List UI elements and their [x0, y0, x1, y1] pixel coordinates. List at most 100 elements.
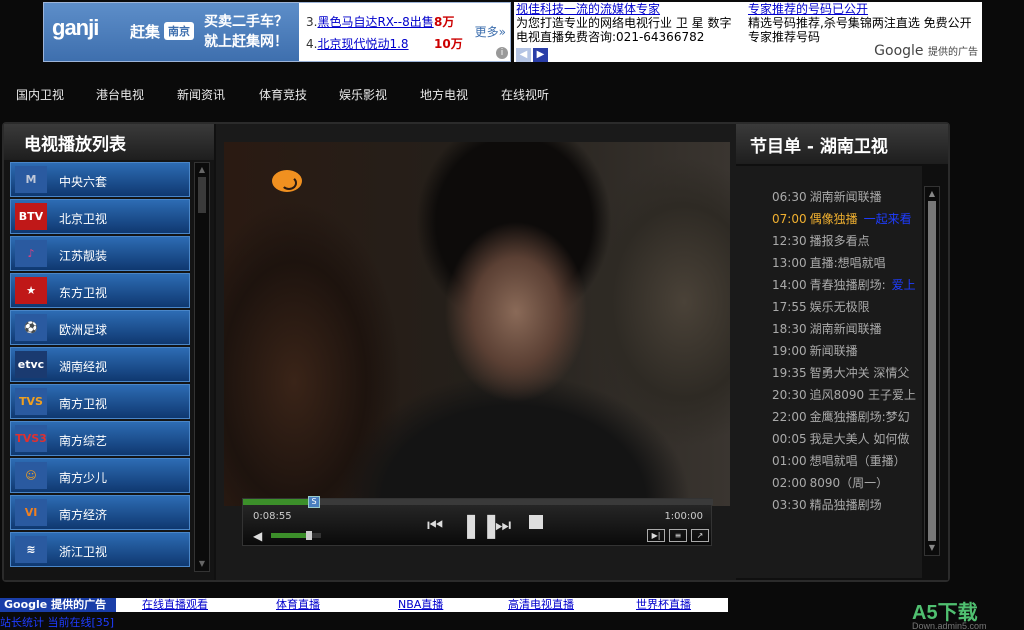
bottom-link[interactable]: 在线直播观看	[142, 598, 208, 612]
scroll-up-icon[interactable]: ▲	[927, 189, 937, 199]
program-guide-title: 节目单 - 湖南卫视	[736, 124, 948, 164]
main-nav: 国内卫视 港台电视 新闻资讯 体育竞技 娱乐影视 地方电视 在线视听	[0, 86, 1024, 106]
ad-listing-link[interactable]: 黑色马自达RX--8出售	[317, 15, 433, 29]
nav-item[interactable]: 新闻资讯	[177, 86, 225, 103]
ad-prev-arrow-icon[interactable]: ◀	[516, 48, 531, 62]
channel-item[interactable]: BTV 北京卫视	[10, 199, 190, 234]
channel-item[interactable]: VI 南方经济	[10, 495, 190, 530]
nav-item[interactable]: 在线视听	[501, 86, 549, 103]
video-frame[interactable]	[224, 142, 730, 506]
program-time: 13:00	[772, 256, 807, 270]
channel-item[interactable]: TVS 南方卫视	[10, 384, 190, 419]
program-item[interactable]: 02:00 8090（周一）	[736, 472, 922, 494]
program-time: 14:00	[772, 278, 807, 292]
program-item[interactable]: 12:30 播报多看点	[736, 230, 922, 252]
scroll-up-icon[interactable]: ▲	[197, 165, 207, 175]
volume-icon[interactable]: ◀	[253, 529, 262, 543]
program-title: 想唱就唱（重播）	[809, 454, 906, 468]
scroll-thumb[interactable]	[928, 201, 936, 541]
nav-item[interactable]: 港台电视	[96, 86, 144, 103]
program-item[interactable]: 19:00 新闻联播	[736, 340, 922, 362]
program-guide-scrollbar[interactable]: ▲ ▼	[924, 186, 940, 556]
program-item[interactable]: 22:00 金鹰独播剧场:梦幻	[736, 406, 922, 428]
channel-item[interactable]: M 中央六套	[10, 162, 190, 197]
next-channel-button[interactable]: ▶|	[647, 529, 665, 542]
scroll-down-icon[interactable]: ▼	[927, 543, 937, 553]
program-title: 精品独播剧场	[809, 498, 882, 512]
text-ad-1-line2: 电视直播免费咨询:021-64366782	[516, 30, 705, 44]
nav-item[interactable]: 地方电视	[420, 86, 468, 103]
ad-info-icon[interactable]: i	[496, 47, 508, 59]
google-ads-bottom-label[interactable]: Google 提供的广告	[0, 598, 116, 612]
program-item[interactable]: 17:55 娱乐无极限	[736, 296, 922, 318]
nav-item[interactable]: 娱乐影视	[339, 86, 387, 103]
forward-button[interactable]: ⏭	[495, 515, 511, 536]
program-item[interactable]: 14:00 青春独播剧场: 爱上	[736, 274, 922, 296]
ganji-ad-banner[interactable]: ganji 赶集 南京 买卖二手车？ 就上赶集网！ 3.黑色马自达RX--8出售…	[43, 2, 511, 62]
channel-item[interactable]: ≋ 浙江卫视	[10, 532, 190, 567]
program-item[interactable]: 03:30 精品独播剧场	[736, 494, 922, 516]
program-item[interactable]: 07:00 偶像独播 一起来看	[736, 208, 922, 230]
program-link[interactable]: 爱上	[892, 278, 916, 292]
channel-item[interactable]: ⚽ 欧洲足球	[10, 310, 190, 345]
nav-item[interactable]: 国内卫视	[16, 86, 64, 103]
ad-next-arrow-icon[interactable]: ▶	[533, 48, 548, 62]
bottom-link[interactable]: 世界杯直播	[636, 598, 691, 612]
channel-item[interactable]: ★ 东方卫视	[10, 273, 190, 308]
channel-logo-icon: TVS3	[15, 425, 47, 452]
fullscreen-button[interactable]: ↗	[691, 529, 709, 542]
channel-name: 南方经济	[59, 508, 108, 522]
visitor-counter[interactable]: 站长统计 当前在线[35]	[0, 614, 114, 630]
program-link[interactable]: 一起来看	[864, 212, 912, 226]
channel-list-scrollbar[interactable]: ▲ ▼	[194, 162, 210, 572]
program-title: 湖南新闻联播	[809, 190, 882, 204]
ad-pager: ◀ ▶	[516, 46, 550, 62]
channel-name: 南方卫视	[59, 397, 108, 411]
channel-name: 东方卫视	[59, 286, 108, 300]
scroll-down-icon[interactable]: ▼	[197, 559, 207, 569]
program-item[interactable]: 20:30 追风8090 王子爱上	[736, 384, 922, 406]
ad-listing-link[interactable]: 北京现代悦动1.8	[317, 37, 408, 51]
program-item[interactable]: 01:00 想唱就唱（重播）	[736, 450, 922, 472]
text-ad-2-title[interactable]: 专家推荐的号码已公开	[748, 2, 868, 16]
a5-watermark-logo: A5下载 Down.admin5.com	[912, 602, 987, 630]
program-item[interactable]: 19:35 智勇大冲关 深情父	[736, 362, 922, 384]
bottom-link[interactable]: 体育直播	[276, 598, 320, 612]
program-title: 偶像独播	[809, 212, 858, 226]
google-ads-label[interactable]: Google 提供的广告	[874, 44, 978, 60]
text-ad-1-title[interactable]: 视佳科技一流的流媒体专家	[516, 2, 660, 16]
text-ad-2-line1: 精选号码推荐,杀号集锦两注直选 免费公开	[748, 16, 972, 30]
channel-logo-icon: ≋	[15, 536, 47, 563]
channel-item[interactable]: TVS3 南方综艺	[10, 421, 190, 456]
program-item[interactable]: 18:30 湖南新闻联播	[736, 318, 922, 340]
stop-button[interactable]	[529, 515, 543, 529]
channel-logo-icon: etvc	[15, 351, 47, 378]
program-title: 8090（周一）	[809, 476, 889, 490]
channel-logo-icon: BTV	[15, 203, 47, 230]
ad-listing-price: 8万	[434, 15, 455, 29]
program-item[interactable]: 13:00 直播:想唱就唱	[736, 252, 922, 274]
ganji-brand-panel[interactable]: ganji 赶集 南京 买卖二手车？ 就上赶集网！	[44, 3, 299, 61]
nav-item[interactable]: 体育竞技	[259, 86, 307, 103]
seek-bar[interactable]: S	[243, 496, 713, 508]
bottom-link[interactable]: NBA直播	[398, 598, 443, 612]
program-item[interactable]: 06:30 湖南新闻联播	[736, 186, 922, 208]
hunan-tv-logo-icon	[272, 170, 302, 192]
scroll-thumb[interactable]	[198, 177, 206, 213]
channel-item[interactable]: ☺ 南方少儿	[10, 458, 190, 493]
channel-item[interactable]: etvc 湖南经视	[10, 347, 190, 382]
channel-list-panel: 电视播放列表 M 中央六套 BTV 北京卫视 ♪ 江苏靓装 ★ 东方卫视 ⚽ 欧洲足球 etvc 湖南…	[4, 124, 214, 580]
seek-knob[interactable]: S	[308, 496, 320, 508]
ad-more-link[interactable]: 更多»	[475, 23, 506, 40]
channel-item[interactable]: ♪ 江苏靓装	[10, 236, 190, 271]
text-ad-1-line1: 为您打造专业的网络电视行业 卫 星 数字	[516, 16, 732, 30]
program-time: 22:00	[772, 410, 807, 424]
rewind-button[interactable]: ⏮	[427, 515, 443, 536]
city-badge: 南京	[164, 22, 194, 40]
volume-knob[interactable]	[306, 531, 312, 540]
program-item[interactable]: 00:05 我是大美人 如何做	[736, 428, 922, 450]
bottom-link[interactable]: 高清电视直播	[508, 598, 574, 612]
text-ad-2: 专家推荐的号码已公开 精选号码推荐,杀号集锦两注直选 免费公开 专家推荐号码	[748, 2, 980, 44]
playlist-button[interactable]: ≡	[669, 529, 687, 542]
volume-slider[interactable]	[271, 533, 321, 538]
